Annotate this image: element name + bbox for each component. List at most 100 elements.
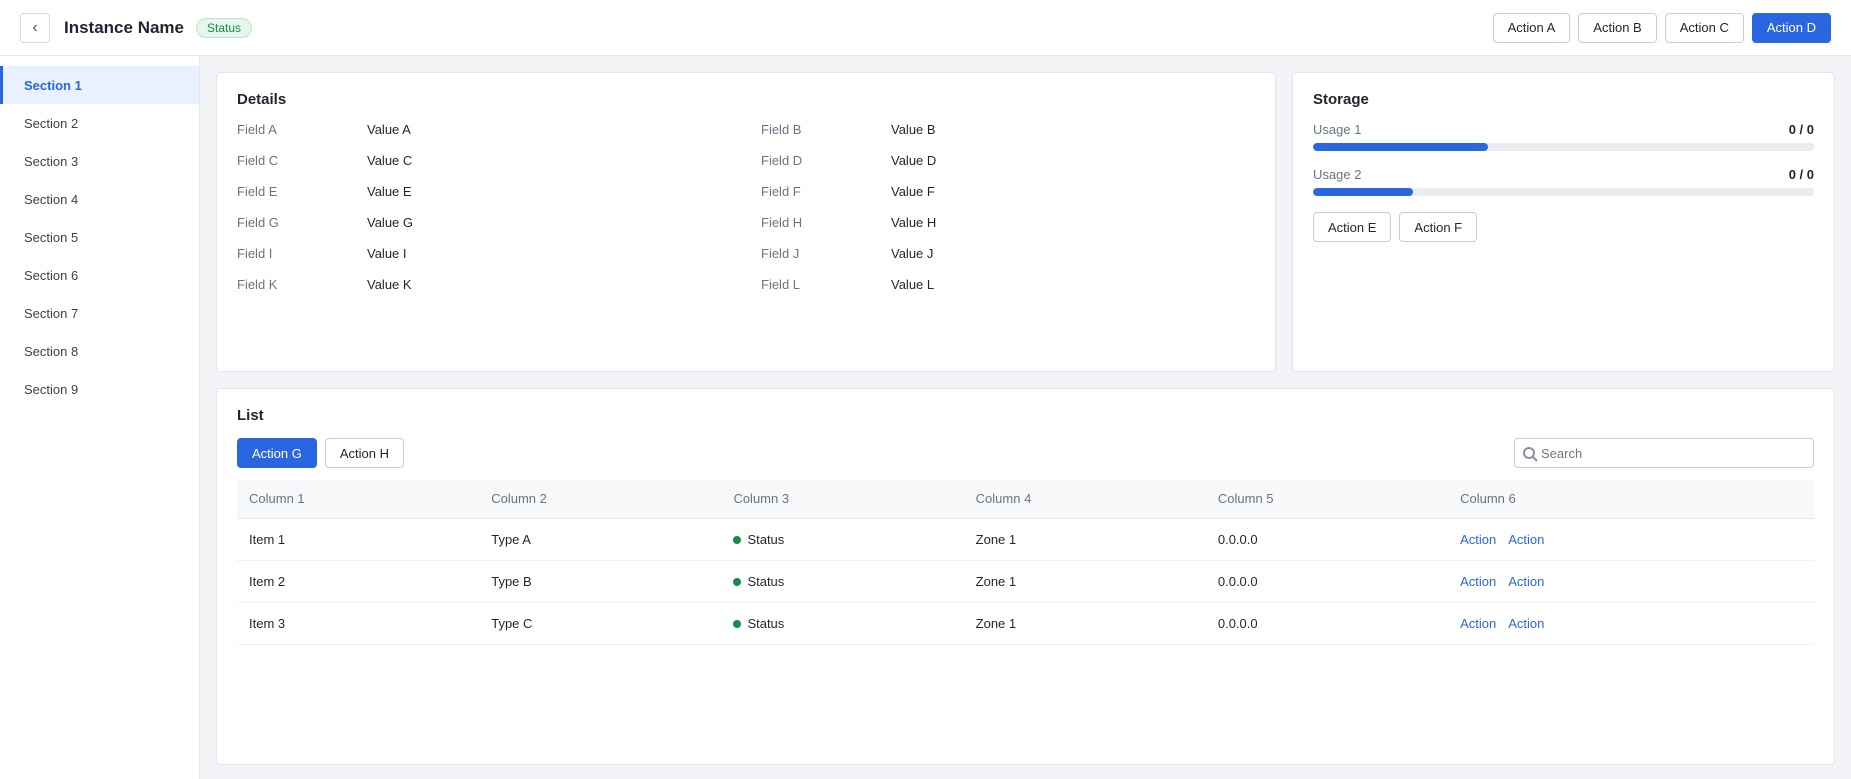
status-dot-icon (733, 620, 742, 629)
table-row: Item 1 Type A Status Zone 1 0.0.0.0 Acti… (237, 518, 1814, 561)
top-action-button-1[interactable]: Action A (1492, 12, 1571, 43)
cell-status: Status (721, 518, 964, 561)
usage-row: Usage 1 0 / 0 (1313, 122, 1814, 137)
field-label: Field F (761, 184, 801, 199)
info-field: Field K Value K (237, 277, 731, 292)
usage-bar-2 (1313, 188, 1814, 196)
sidebar-item-1[interactable]: Section 1 (0, 66, 199, 104)
row-action-link[interactable]: Action (1460, 532, 1496, 547)
row-action-link[interactable]: Action (1460, 574, 1496, 589)
cell-type: Type A (479, 518, 722, 561)
cell-name: Item 1 (237, 518, 480, 561)
top-actions: Action A Action B Action C Action D (1492, 12, 1831, 43)
back-button[interactable]: ‹ (20, 12, 50, 43)
field-label: Field H (761, 215, 803, 230)
status-text: Status (747, 615, 785, 631)
list-card-title: List (237, 407, 264, 424)
info-field: Field D Value D (761, 153, 1255, 168)
cell-address: 0.0.0.0 (1205, 560, 1449, 603)
info-card-title: Details (237, 91, 287, 108)
storage-actions: Action E Action F (1313, 212, 1814, 242)
storage-card-title: Storage (1313, 91, 1369, 108)
usage-bar-1 (1313, 143, 1814, 151)
sidebar-item-6[interactable]: Section 6 (0, 256, 199, 294)
field-label: Field G (237, 215, 279, 230)
cell-zone: Zone 1 (963, 560, 1206, 603)
info-field: Field C Value C (237, 153, 731, 168)
row-action-link[interactable]: Action (1508, 574, 1544, 589)
field-label: Field K (237, 277, 278, 292)
field-value: Value B (891, 122, 936, 137)
cell-address: 0.0.0.0 (1205, 518, 1449, 561)
info-field: Field B Value B (761, 122, 1255, 137)
field-value: Value L (891, 277, 935, 292)
field-label: Field C (237, 153, 279, 168)
sidebar-item-4[interactable]: Section 4 (0, 180, 199, 218)
search-input[interactable] (1541, 445, 1805, 461)
storage-action-button-1[interactable]: Action E (1313, 212, 1392, 242)
status-dot-icon (733, 536, 742, 545)
top-action-button-3[interactable]: Action C (1664, 12, 1744, 43)
list-action-button-2[interactable]: Action H (324, 438, 404, 468)
column-header: Column 3 (721, 480, 964, 519)
sidebar-item-5[interactable]: Section 5 (0, 218, 199, 256)
status-dot-icon (733, 578, 742, 587)
sidebar-item-2[interactable]: Section 2 (0, 104, 199, 142)
column-header: Column 6 (1448, 480, 1814, 519)
cell-actions: Action Action (1448, 560, 1814, 603)
status-text: Status (747, 531, 785, 547)
info-card: Details Field A Value A Field B Value B Fi… (216, 72, 1276, 372)
field-value: Value K (367, 277, 412, 292)
sidebar-item-9[interactable]: Section 9 (0, 370, 199, 408)
info-field: Field L Value L (761, 277, 1255, 292)
table-header-row: Column 1 Column 2 Column 3 Column 4 Colu… (237, 480, 1814, 519)
usage-bar-fill (1313, 188, 1414, 196)
field-label: Field E (237, 184, 278, 199)
status-badge: Status (196, 17, 253, 38)
field-value: Value G (367, 215, 414, 230)
main-content: Details Field A Value A Field B Value B Fi… (216, 72, 1835, 765)
info-field: Field J Value J (761, 246, 1255, 261)
info-field: Field F Value F (761, 184, 1255, 199)
sidebar-item-3[interactable]: Section 3 (0, 142, 199, 180)
storage-action-button-2[interactable]: Action F (1399, 212, 1478, 242)
row-action-link[interactable]: Action (1508, 616, 1544, 631)
usage-value: 0 / 0 (1788, 122, 1814, 137)
cell-actions: Action Action (1448, 518, 1814, 561)
field-value: Value E (367, 184, 412, 199)
cell-status: Status (721, 602, 964, 645)
cell-zone: Zone 1 (963, 518, 1206, 561)
info-field: Field H Value H (761, 215, 1255, 230)
field-value: Value H (891, 215, 937, 230)
row-action-link[interactable]: Action (1460, 616, 1496, 631)
column-header: Column 5 (1205, 480, 1449, 519)
list-table: Column 1 Column 2 Column 3 Column 4 Colu… (237, 480, 1814, 645)
info-field: Field G Value G (237, 215, 731, 230)
field-label: Field B (761, 122, 802, 137)
row-action-link[interactable]: Action (1508, 532, 1544, 547)
info-field: Field E Value E (237, 184, 731, 199)
top-bar: ‹ Instance Name Status Action A Action B… (0, 0, 1851, 56)
column-header: Column 2 (479, 480, 722, 519)
storage-card: Storage Usage 1 0 / 0 Usage 2 0 / 0 Action… (1292, 72, 1835, 372)
top-action-button-2[interactable]: Action B (1578, 12, 1657, 43)
field-value: Value A (367, 122, 411, 137)
sidebar-item-7[interactable]: Section 7 (0, 294, 199, 332)
info-grid: Field A Value A Field B Value B Field C Val… (237, 122, 1255, 292)
cell-actions: Action Action (1448, 602, 1814, 645)
sidebar-item-8[interactable]: Section 8 (0, 332, 199, 370)
usage-label: Usage 2 (1313, 167, 1362, 182)
field-value: Value D (891, 153, 937, 168)
field-value: Value J (891, 246, 934, 261)
usage-value: 0 / 0 (1788, 167, 1814, 182)
field-label: Field I (237, 246, 273, 261)
list-action-button-1[interactable]: Action G (237, 438, 317, 468)
cell-zone: Zone 1 (963, 602, 1206, 645)
usage-row: Usage 2 0 / 0 (1313, 167, 1814, 182)
top-action-button-4[interactable]: Action D (1751, 12, 1831, 43)
status-text: Status (747, 573, 785, 589)
table-row: Item 2 Type B Status Zone 1 0.0.0.0 Acti… (237, 560, 1814, 603)
search-icon (1523, 447, 1535, 459)
cell-type: Type C (479, 602, 722, 645)
cell-status: Status (721, 560, 964, 603)
